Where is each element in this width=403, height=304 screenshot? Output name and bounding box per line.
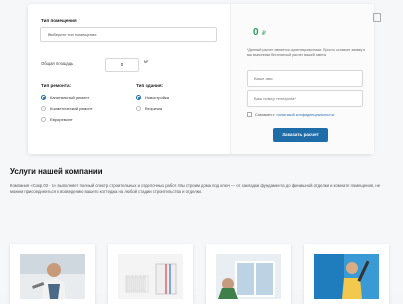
repair-option-label: Косметический ремонт (50, 106, 93, 111)
worker-photo (20, 254, 85, 299)
agree-text: Согласен с (255, 112, 275, 117)
repair-option-label: Капитальный ремонт (50, 95, 90, 100)
radio-icon (41, 117, 46, 122)
price-currency: ₽ (262, 31, 266, 37)
radio-icon (136, 106, 141, 111)
services-title: Услуги нашей компании (10, 167, 103, 176)
agree-checkbox-row[interactable]: Согласен с политикой конфиденциальности (247, 112, 334, 117)
repair-option-capital[interactable]: Капитальный ремонт (41, 95, 89, 100)
service-card[interactable] (206, 244, 291, 304)
room-type-label: Тип помещения (41, 18, 77, 23)
service-card[interactable] (304, 244, 389, 304)
radio-selected-icon (136, 95, 141, 100)
building-option-label: Новостройка (145, 95, 169, 100)
radio-icon (41, 106, 46, 111)
order-calculation-button[interactable]: Заказать расчет (273, 128, 328, 142)
calculator-form: Тип помещения Выберите тип помещения ⌄ О… (28, 4, 228, 154)
room-type-select[interactable]: Выберите тип помещения ⌄ (40, 27, 217, 42)
radio-selected-icon (41, 95, 46, 100)
area-label: Общая площадь (41, 61, 74, 66)
estimate-note: *Данный расчет является ориентировочным.… (247, 48, 366, 57)
privacy-policy-link[interactable]: политикой конфиденциальности (277, 113, 334, 117)
area-unit: м² (144, 59, 149, 64)
building-type-label: Тип здания: (136, 83, 164, 88)
repair-option-cosmetic[interactable]: Косметический ремонт (41, 106, 93, 111)
area-input[interactable]: 0 (105, 58, 139, 72)
service-card[interactable] (108, 244, 193, 304)
phone-placeholder: Ваш номер телефона* (254, 96, 296, 101)
service-card[interactable] (10, 244, 95, 304)
repair-option-euro[interactable]: Евроремонт (41, 117, 73, 122)
painting-photo (314, 254, 379, 299)
building-option-new[interactable]: Новостройка (136, 95, 169, 100)
calculator-card: Тип помещения Выберите тип помещения ⌄ О… (28, 4, 381, 154)
phone-field[interactable]: Ваш номер телефона* (247, 90, 363, 107)
name-placeholder: Ваше имя (254, 76, 273, 81)
calculator-icon (373, 13, 381, 22)
building-option-secondary[interactable]: Вторичка (136, 106, 162, 111)
checkbox-icon[interactable] (247, 112, 252, 117)
price-value: 0 (253, 27, 259, 38)
name-field[interactable]: Ваше имя (247, 70, 363, 87)
services-text: Компания «Сокр.03 - 1» выполняет полный … (10, 183, 381, 194)
repair-option-label: Евроремонт (50, 117, 73, 122)
repair-type-label: Тип ремонта: (41, 83, 72, 88)
calculator-result: 0 ₽ *Данный расчет является ориентировоч… (230, 4, 381, 154)
building-option-label: Вторичка (145, 106, 163, 111)
chevron-down-icon: ⌄ (48, 31, 53, 37)
radiator-photo (118, 254, 183, 299)
window-photo (216, 254, 281, 299)
